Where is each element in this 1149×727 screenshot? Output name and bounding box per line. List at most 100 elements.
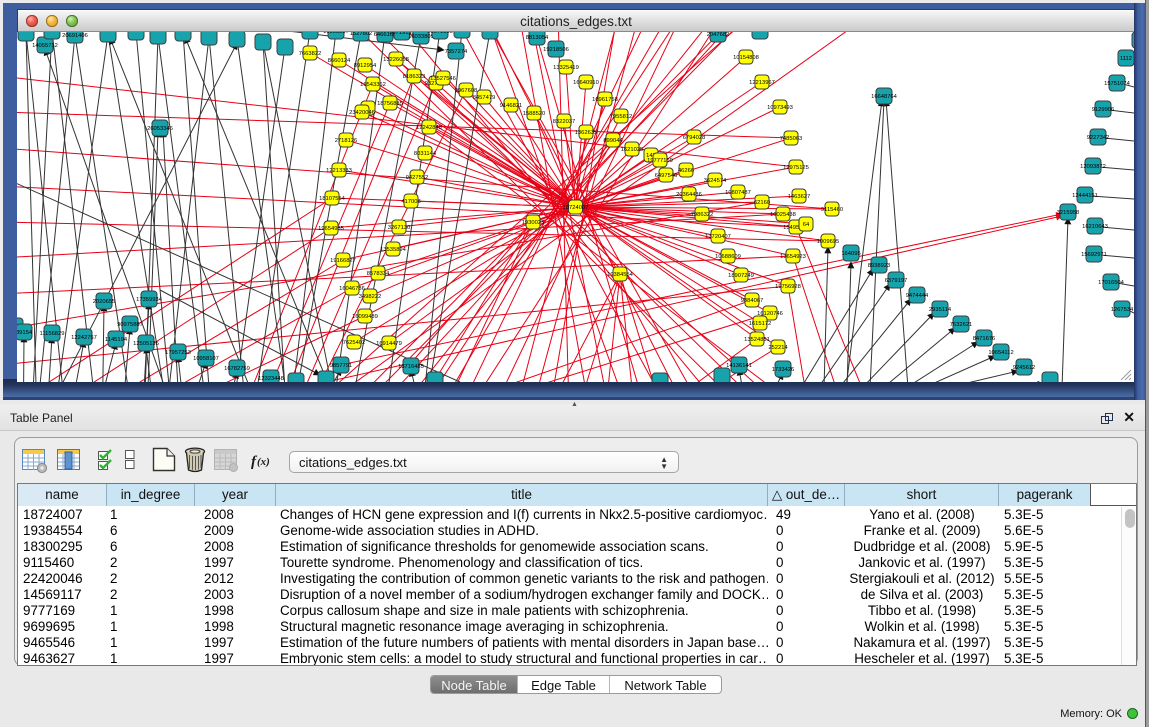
svg-text:8471676: 8471676 bbox=[973, 336, 996, 342]
svg-text:19756928: 19756928 bbox=[775, 284, 801, 290]
svg-text:1733426: 1733426 bbox=[772, 367, 795, 373]
svg-text:10807487: 10807487 bbox=[725, 190, 751, 196]
svg-text:17957253: 17957253 bbox=[165, 350, 191, 356]
svg-text:13527546: 13527546 bbox=[430, 76, 456, 82]
svg-text:10973493: 10973493 bbox=[767, 105, 793, 111]
svg-text:1527802: 1527802 bbox=[350, 32, 373, 37]
svg-text:14055712: 14055712 bbox=[32, 43, 58, 49]
svg-text:9146821: 9146821 bbox=[500, 103, 523, 109]
svg-text:1145194: 1145194 bbox=[105, 337, 128, 343]
svg-text:13654923: 13654923 bbox=[780, 254, 806, 260]
svg-text:10654112: 10654112 bbox=[988, 350, 1013, 356]
svg-text:8938923: 8938923 bbox=[868, 263, 891, 269]
svg-text:46266: 46266 bbox=[678, 168, 694, 174]
svg-text:10025438: 10025438 bbox=[770, 212, 796, 218]
svg-text:16648764: 16648764 bbox=[871, 94, 898, 100]
svg-text:14136141: 14136141 bbox=[726, 363, 752, 369]
svg-text:16914479: 16914479 bbox=[376, 341, 402, 347]
svg-text:7632621: 7632621 bbox=[950, 322, 973, 328]
svg-text:19777169: 19777169 bbox=[647, 158, 673, 164]
svg-text:18724007: 18724007 bbox=[563, 205, 589, 211]
svg-text:7663822: 7663822 bbox=[299, 51, 322, 57]
svg-text:13720407: 13720407 bbox=[705, 234, 731, 240]
svg-text:12323448: 12323448 bbox=[258, 376, 284, 382]
svg-text:19654985: 19654985 bbox=[318, 226, 344, 232]
svg-text:12242757: 12242757 bbox=[71, 335, 97, 341]
svg-text:1463627: 1463627 bbox=[788, 194, 811, 200]
svg-text:7955812: 7955812 bbox=[610, 114, 633, 120]
svg-text:1615172: 1615172 bbox=[749, 321, 772, 327]
svg-text:18907249: 18907249 bbox=[728, 273, 754, 279]
svg-text:10154808: 10154808 bbox=[733, 55, 759, 61]
svg-text:13524851: 13524851 bbox=[744, 337, 770, 343]
svg-text:2935114: 2935114 bbox=[929, 307, 952, 313]
svg-text:17359934: 17359934 bbox=[136, 297, 163, 303]
svg-text:12975125: 12975125 bbox=[783, 165, 809, 171]
svg-text:(x): (x) bbox=[257, 456, 270, 468]
svg-text:26053346: 26053346 bbox=[147, 126, 173, 132]
svg-text:8457479: 8457479 bbox=[473, 95, 496, 101]
svg-text:8322037: 8322037 bbox=[553, 119, 576, 125]
svg-text:11156829: 11156829 bbox=[40, 331, 65, 337]
svg-text:6794028: 6794028 bbox=[683, 135, 706, 141]
svg-text:20364436: 20364436 bbox=[676, 192, 702, 198]
svg-text:6379197: 6379197 bbox=[885, 278, 908, 284]
svg-text:7485063: 7485063 bbox=[780, 136, 803, 142]
svg-text:9427552: 9427552 bbox=[406, 175, 429, 181]
svg-text:16782759: 16782759 bbox=[224, 366, 250, 372]
svg-text:7625402: 7625402 bbox=[343, 340, 366, 346]
svg-text:16210643: 16210643 bbox=[1082, 224, 1108, 230]
svg-text:9115460: 9115460 bbox=[821, 207, 843, 213]
svg-text:12505135: 12505135 bbox=[133, 341, 159, 347]
svg-text:12213383: 12213383 bbox=[326, 168, 352, 174]
svg-text:23420046: 23420046 bbox=[349, 110, 375, 116]
svg-text:1621025: 1621025 bbox=[621, 147, 644, 153]
svg-text:10853287: 10853287 bbox=[323, 32, 349, 35]
svg-text:1362635: 1362635 bbox=[575, 130, 598, 136]
svg-text:39154: 39154 bbox=[17, 330, 33, 336]
svg-text:16543362: 16543362 bbox=[360, 82, 386, 88]
svg-text:19218506: 19218506 bbox=[543, 47, 569, 53]
svg-text:19166827: 19166827 bbox=[330, 258, 356, 264]
svg-text:8912954: 8912954 bbox=[354, 63, 377, 69]
svg-text:15751074: 15751074 bbox=[1104, 81, 1131, 87]
svg-text:1009695: 1009695 bbox=[817, 239, 840, 245]
svg-text:18107554: 18107554 bbox=[319, 196, 346, 202]
svg-text:16640910: 16640910 bbox=[573, 80, 599, 86]
svg-text:1588520: 1588520 bbox=[523, 111, 546, 117]
svg-text:12213967: 12213967 bbox=[749, 80, 775, 86]
svg-text:3215958: 3215958 bbox=[1057, 210, 1080, 216]
svg-text:10688609: 10688609 bbox=[715, 254, 741, 260]
svg-text:7986322: 7986322 bbox=[691, 212, 714, 218]
svg-text:17016504: 17016504 bbox=[1098, 280, 1125, 286]
svg-text:16099489: 16099489 bbox=[352, 314, 378, 320]
svg-text:10958107: 10958107 bbox=[193, 356, 219, 362]
svg-text:20691406: 20691406 bbox=[62, 33, 88, 39]
svg-text:9227342: 9227342 bbox=[1087, 135, 1110, 141]
svg-text:12242848: 12242848 bbox=[416, 125, 442, 131]
svg-text:13226058: 13226058 bbox=[383, 57, 409, 63]
svg-text:90975887: 90975887 bbox=[117, 322, 143, 328]
svg-text:2047682: 2047682 bbox=[707, 32, 730, 38]
svg-text:1112: 1112 bbox=[1120, 56, 1132, 62]
svg-text:899044: 899044 bbox=[603, 138, 623, 144]
svg-text:3498222: 3498222 bbox=[359, 294, 382, 300]
svg-text:7357274: 7357274 bbox=[445, 49, 468, 55]
svg-text:9474444: 9474444 bbox=[906, 293, 929, 299]
svg-text:9884067: 9884067 bbox=[741, 298, 764, 304]
svg-text:8031144: 8031144 bbox=[414, 151, 437, 157]
svg-text:252214: 252214 bbox=[768, 345, 788, 351]
svg-text:2967608: 2967608 bbox=[455, 88, 478, 94]
svg-text:9129906: 9129906 bbox=[1092, 107, 1115, 113]
svg-text:6497546: 6497546 bbox=[655, 173, 678, 179]
svg-text:164095: 164095 bbox=[841, 251, 860, 257]
svg-text:3624574: 3624574 bbox=[704, 178, 727, 184]
svg-text:16046786: 16046786 bbox=[339, 286, 365, 292]
svg-text:1267534: 1267534 bbox=[1111, 307, 1134, 313]
svg-text:417008: 417008 bbox=[401, 199, 420, 205]
svg-text:12093872: 12093872 bbox=[1080, 164, 1106, 170]
svg-text:8660124: 8660124 bbox=[328, 58, 351, 64]
svg-text:13716485: 13716485 bbox=[398, 364, 424, 370]
svg-text:9857791: 9857791 bbox=[330, 363, 353, 369]
svg-text:9245612: 9245612 bbox=[1013, 365, 1036, 371]
